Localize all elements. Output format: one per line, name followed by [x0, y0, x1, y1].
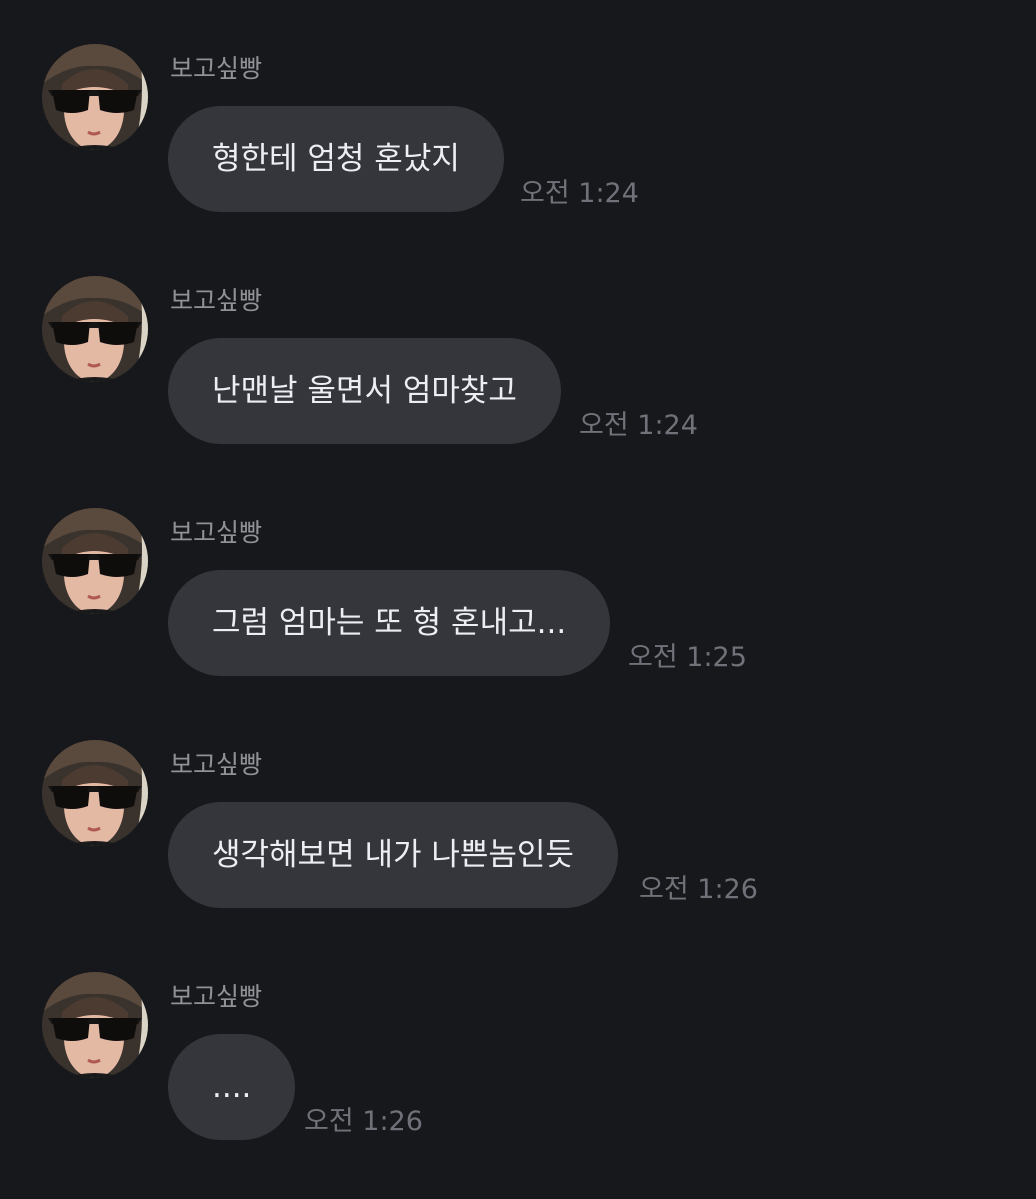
profile-photo	[42, 972, 148, 1078]
message-time: 오전 1:25	[628, 642, 747, 673]
message-bubble[interactable]: ....	[168, 1034, 296, 1140]
message-bubble[interactable]: 난맨날 울면서 엄마찾고	[168, 338, 561, 444]
message-time: 오전 1:24	[579, 410, 698, 441]
profile-photo	[42, 276, 148, 382]
sender-name: 보고싶빵	[170, 54, 263, 83]
message-time: 오전 1:26	[639, 874, 758, 905]
message-bubble[interactable]: 형한테 엄청 혼났지	[168, 106, 504, 212]
sender-name: 보고싶빵	[170, 750, 263, 779]
message-time: 오전 1:26	[304, 1106, 423, 1137]
message-bubble[interactable]: 그럼 엄마는 또 형 혼내고...	[168, 570, 611, 676]
chat-message: 보고싶빵 생각해보면 내가 나쁜놈인듯 오전 1:26	[0, 740, 1036, 940]
sender-name: 보고싶빵	[170, 286, 263, 315]
message-bubble[interactable]: 생각해보면 내가 나쁜놈인듯	[168, 802, 618, 908]
sender-name: 보고싶빵	[170, 982, 263, 1011]
avatar[interactable]	[42, 740, 148, 846]
avatar[interactable]	[42, 44, 148, 150]
chat-message: 보고싶빵 그럼 엄마는 또 형 혼내고... 오전 1:25	[0, 508, 1036, 708]
chat-message: 보고싶빵 형한테 엄청 혼났지 오전 1:24	[0, 44, 1036, 244]
profile-photo	[42, 740, 148, 846]
profile-photo	[42, 508, 148, 614]
message-time: 오전 1:24	[520, 178, 639, 209]
profile-photo	[42, 44, 148, 150]
chat-message: 보고싶빵 난맨날 울면서 엄마찾고 오전 1:24	[0, 276, 1036, 476]
avatar[interactable]	[42, 972, 148, 1078]
chat-message: 보고싶빵 .... 오전 1:26	[0, 972, 1036, 1172]
avatar[interactable]	[42, 276, 148, 382]
sender-name: 보고싶빵	[170, 518, 263, 547]
chat-message-list[interactable]: 보고싶빵 형한테 엄청 혼났지 오전 1:24 보고싶빵 난맨날 울면서 엄마찾…	[0, 0, 1036, 1199]
avatar[interactable]	[42, 508, 148, 614]
